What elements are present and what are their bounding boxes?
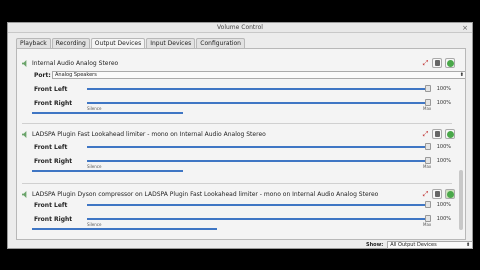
mute-icon <box>434 131 440 137</box>
slider-handle[interactable] <box>425 85 431 92</box>
channel-slider[interactable] <box>87 102 427 104</box>
device-header: LADSPA Plugin Fast Lookahead limiter - m… <box>22 129 266 139</box>
channel-slider[interactable] <box>87 88 427 90</box>
tab-configuration[interactable]: Configuration <box>196 38 245 48</box>
device-header: LADSPA Plugin Dyson compressor on LADSPA… <box>22 189 378 199</box>
lock-channels-icon[interactable]: ⤢ <box>422 190 429 198</box>
speaker-icon <box>22 190 27 198</box>
close-icon[interactable]: × <box>461 24 469 32</box>
show-filter-select[interactable]: All Output Devices ⬍ <box>387 241 474 249</box>
volume-control-window: Volume Control × Playback Recording Outp… <box>7 22 474 249</box>
channel-slider[interactable] <box>87 160 427 162</box>
channel-percent: 100% <box>436 86 451 92</box>
channel-percent: 100% <box>436 100 451 106</box>
channel-label: Front Left <box>34 144 68 151</box>
scale-max-label: Max <box>423 164 432 169</box>
tab-input-devices[interactable]: Input Devices <box>146 38 196 48</box>
device-controls: ⤢ <box>422 129 455 139</box>
device-item: Internal Audio Analog Stereo ⤢ Port: Ana… <box>17 58 465 118</box>
channel-label: Front Left <box>34 202 68 209</box>
lock-channels-icon[interactable]: ⤢ <box>422 59 429 67</box>
set-default-button[interactable] <box>445 129 455 139</box>
channel-slider[interactable] <box>87 146 427 148</box>
scale-max-label: Max <box>423 106 432 111</box>
window-title: Volume Control <box>217 24 263 31</box>
peak-level-bar <box>32 228 217 230</box>
channel-label: Front Left <box>34 86 68 93</box>
tab-playback[interactable]: Playback <box>16 38 51 48</box>
peak-level-bar <box>32 112 183 114</box>
channel-label: Front Right <box>34 216 73 223</box>
divider <box>22 183 452 184</box>
channel-percent: 100% <box>436 202 451 208</box>
port-label: Port: <box>34 72 51 79</box>
show-label: Show: <box>366 242 384 248</box>
tab-bar: Playback Recording Output Devices Input … <box>16 38 246 49</box>
mute-button[interactable] <box>432 189 442 199</box>
port-select[interactable]: Analog Speakers ⬍ <box>52 71 465 79</box>
channel-label: Front Right <box>34 100 73 107</box>
vertical-scrollbar[interactable] <box>458 50 464 238</box>
slider-handle[interactable] <box>425 99 431 106</box>
device-controls: ⤢ <box>422 189 455 199</box>
mute-button[interactable] <box>432 58 442 68</box>
port-value: Analog Speakers <box>55 72 97 78</box>
mute-icon <box>434 60 440 66</box>
mute-button[interactable] <box>432 129 442 139</box>
device-item: LADSPA Plugin Fast Lookahead limiter - m… <box>17 129 457 179</box>
dropdown-arrow-icon: ⬍ <box>466 242 471 248</box>
scale-silence-label: Silence <box>87 222 102 227</box>
tab-recording[interactable]: Recording <box>51 38 90 48</box>
device-header: Internal Audio Analog Stereo <box>22 58 118 68</box>
device-name: LADSPA Plugin Dyson compressor on LADSPA… <box>32 190 379 198</box>
slider-handle[interactable] <box>425 157 431 164</box>
device-item: LADSPA Plugin Dyson compressor on LADSPA… <box>17 189 457 239</box>
channel-percent: 100% <box>436 158 451 164</box>
scale-silence-label: Silence <box>87 106 102 111</box>
port-row: Port: Analog Speakers ⬍ <box>34 71 465 79</box>
device-name: Internal Audio Analog Stereo <box>32 59 119 67</box>
set-default-button[interactable] <box>445 189 455 199</box>
default-check-icon <box>446 190 454 198</box>
device-name: LADSPA Plugin Fast Lookahead limiter - m… <box>32 130 266 138</box>
scrollbar-thumb[interactable] <box>459 170 463 230</box>
speaker-icon <box>22 130 27 138</box>
channel-percent: 100% <box>436 144 451 150</box>
scale-max-label: Max <box>423 222 432 227</box>
device-controls: ⤢ <box>422 58 455 68</box>
slider-handle[interactable] <box>425 201 431 208</box>
show-filter-value: All Output Devices <box>390 242 437 248</box>
footer: Show: All Output Devices ⬍ <box>366 241 474 249</box>
channel-slider[interactable] <box>87 218 427 220</box>
title-bar: Volume Control × <box>8 23 472 33</box>
channel-label: Front Right <box>34 158 73 165</box>
lock-channels-icon[interactable]: ⤢ <box>422 130 429 138</box>
peak-level-bar <box>32 170 183 172</box>
set-default-button[interactable] <box>445 58 455 68</box>
output-devices-panel: Internal Audio Analog Stereo ⤢ Port: Ana… <box>16 48 466 240</box>
slider-handle[interactable] <box>425 143 431 150</box>
divider <box>22 123 452 124</box>
slider-handle[interactable] <box>425 215 431 222</box>
channel-slider[interactable] <box>87 204 427 206</box>
default-check-icon <box>446 130 454 138</box>
default-check-icon <box>446 59 454 67</box>
scale-silence-label: Silence <box>87 164 102 169</box>
speaker-icon <box>22 59 27 67</box>
mute-icon <box>434 191 440 197</box>
channel-percent: 100% <box>436 216 451 222</box>
